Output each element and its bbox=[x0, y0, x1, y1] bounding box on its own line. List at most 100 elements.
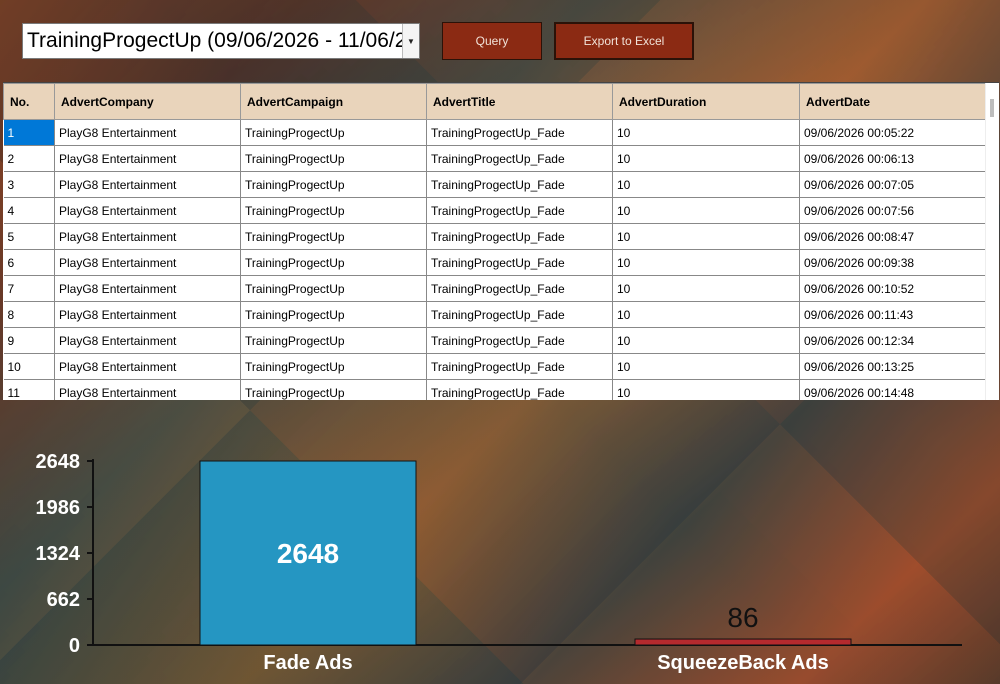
table-cell[interactable]: 10 bbox=[612, 119, 800, 146]
table-cell[interactable]: PlayG8 Entertainment bbox=[54, 249, 241, 276]
bar-data-label: 86 bbox=[727, 602, 758, 633]
table-row[interactable]: 3 PlayG8 Entertainment TrainingProgectUp Tr… bbox=[3, 171, 987, 198]
table-row[interactable]: 6 PlayG8 Entertainment TrainingProgectUp Tr… bbox=[3, 249, 987, 276]
x-category-label: SqueezeBack Ads bbox=[657, 652, 829, 674]
table-cell[interactable]: 8 bbox=[3, 301, 55, 328]
table-cell[interactable]: TrainingProgectUp_Fade bbox=[426, 223, 613, 250]
column-header[interactable]: AdvertTitle bbox=[426, 83, 613, 120]
table-cell[interactable]: TrainingProgectUp bbox=[240, 249, 427, 276]
column-header[interactable]: AdvertDuration bbox=[612, 83, 800, 120]
table-row[interactable]: 5 PlayG8 Entertainment TrainingProgectUp Tr… bbox=[3, 223, 987, 250]
table-cell[interactable]: 10 bbox=[612, 301, 800, 328]
query-button[interactable]: Query bbox=[442, 22, 542, 60]
table-row[interactable]: 4 PlayG8 Entertainment TrainingProgectUp Tr… bbox=[3, 197, 987, 224]
table-cell[interactable]: 10 bbox=[612, 249, 800, 276]
table-cell[interactable]: 1 bbox=[3, 119, 55, 146]
table-cell[interactable]: 10 bbox=[612, 379, 800, 400]
vertical-scrollbar[interactable] bbox=[985, 83, 999, 400]
table-cell[interactable]: TrainingProgectUp_Fade bbox=[426, 197, 613, 224]
table-cell[interactable]: 09/06/2026 00:06:13 bbox=[799, 145, 987, 172]
table-cell[interactable]: 09/06/2026 00:12:34 bbox=[799, 327, 987, 354]
table-cell[interactable]: 3 bbox=[3, 171, 55, 198]
table-row[interactable]: 9 PlayG8 Entertainment TrainingProgectUp Tr… bbox=[3, 327, 987, 354]
table-cell[interactable]: PlayG8 Entertainment bbox=[54, 353, 241, 380]
table-cell[interactable]: 5 bbox=[3, 223, 55, 250]
table-cell[interactable]: 09/06/2026 00:14:48 bbox=[799, 379, 987, 400]
table-cell[interactable]: 10 bbox=[612, 275, 800, 302]
column-header[interactable]: No. bbox=[3, 83, 55, 120]
table-cell[interactable]: 10 bbox=[612, 171, 800, 198]
table-cell[interactable]: 10 bbox=[612, 327, 800, 354]
column-header[interactable]: AdvertCampaign bbox=[240, 83, 427, 120]
scrollbar-thumb[interactable] bbox=[990, 99, 994, 117]
table-cell[interactable]: TrainingProgectUp_Fade bbox=[426, 275, 613, 302]
table-cell[interactable]: TrainingProgectUp bbox=[240, 379, 427, 400]
table-cell[interactable]: PlayG8 Entertainment bbox=[54, 379, 241, 400]
column-header[interactable]: AdvertDate bbox=[799, 83, 987, 120]
table-cell[interactable]: PlayG8 Entertainment bbox=[54, 327, 241, 354]
table-cell[interactable]: 6 bbox=[3, 249, 55, 276]
table-cell[interactable]: 10 bbox=[612, 353, 800, 380]
table-cell[interactable]: PlayG8 Entertainment bbox=[54, 301, 241, 328]
table-cell[interactable]: TrainingProgectUp bbox=[240, 301, 427, 328]
table-row[interactable]: 2 PlayG8 Entertainment TrainingProgectUp Tr… bbox=[3, 145, 987, 172]
table-cell[interactable]: 09/06/2026 00:09:38 bbox=[799, 249, 987, 276]
table-cell[interactable]: 11 bbox=[3, 379, 55, 400]
table-cell[interactable]: TrainingProgectUp_Fade bbox=[426, 171, 613, 198]
chevron-down-icon[interactable]: ▼ bbox=[402, 24, 419, 58]
table-cell[interactable]: 10 bbox=[612, 197, 800, 224]
table-cell[interactable]: TrainingProgectUp bbox=[240, 145, 427, 172]
table-cell[interactable]: 7 bbox=[3, 275, 55, 302]
table-cell[interactable]: PlayG8 Entertainment bbox=[54, 275, 241, 302]
table-row[interactable]: 8 PlayG8 Entertainment TrainingProgectUp Tr… bbox=[3, 301, 987, 328]
table-cell[interactable]: TrainingProgectUp_Fade bbox=[426, 327, 613, 354]
table-cell[interactable]: TrainingProgectUp bbox=[240, 223, 427, 250]
table-cell[interactable]: 09/06/2026 00:05:22 bbox=[799, 119, 987, 146]
y-tick-label: 2648 bbox=[36, 451, 81, 473]
table-cell[interactable]: PlayG8 Entertainment bbox=[54, 171, 241, 198]
x-category-label: Fade Ads bbox=[263, 652, 352, 674]
ads-bar-chart: 0 662 1324 1986 2648 2648 Fade Ads 86 SqueezeBac… bbox=[36, 451, 962, 674]
y-tick-label: 0 bbox=[69, 635, 80, 657]
table-cell[interactable]: 10 bbox=[612, 223, 800, 250]
table-cell[interactable]: TrainingProgectUp_Fade bbox=[426, 249, 613, 276]
table-cell[interactable]: TrainingProgectUp bbox=[240, 275, 427, 302]
table-cell[interactable]: TrainingProgectUp bbox=[240, 171, 427, 198]
table-row[interactable]: 10 PlayG8 Entertainment TrainingProgectUp T… bbox=[3, 353, 987, 380]
table-cell[interactable]: TrainingProgectUp bbox=[240, 197, 427, 224]
table-cell[interactable]: TrainingProgectUp bbox=[240, 119, 427, 146]
table-cell[interactable]: TrainingProgectUp_Fade bbox=[426, 301, 613, 328]
table-cell[interactable]: 10 bbox=[3, 353, 55, 380]
y-tick-label: 1986 bbox=[36, 497, 81, 519]
column-header[interactable]: AdvertCompany bbox=[54, 83, 241, 120]
table-cell[interactable]: 4 bbox=[3, 197, 55, 224]
y-tick-label: 1324 bbox=[36, 543, 81, 565]
table-cell[interactable]: 10 bbox=[612, 145, 800, 172]
table-cell[interactable]: TrainingProgectUp_Fade bbox=[426, 353, 613, 380]
table-cell[interactable]: PlayG8 Entertainment bbox=[54, 145, 241, 172]
table-cell[interactable]: 09/06/2026 00:07:05 bbox=[799, 171, 987, 198]
table-cell[interactable]: 2 bbox=[3, 145, 55, 172]
table-cell[interactable]: TrainingProgectUp_Fade bbox=[426, 119, 613, 146]
table-row[interactable]: 11 PlayG8 Entertainment TrainingProgectUp T… bbox=[3, 379, 987, 400]
table-cell[interactable]: 09/06/2026 00:10:52 bbox=[799, 275, 987, 302]
table-cell[interactable]: TrainingProgectUp bbox=[240, 327, 427, 354]
table-cell[interactable]: 9 bbox=[3, 327, 55, 354]
table-row[interactable]: 1 PlayG8 Entertainment TrainingProgectUp Tr… bbox=[3, 119, 987, 146]
table-cell[interactable]: TrainingProgectUp_Fade bbox=[426, 145, 613, 172]
campaign-select[interactable]: TrainingProgectUp (09/06/2026 - 11/06/20… bbox=[22, 23, 420, 59]
table-cell[interactable]: TrainingProgectUp_Fade bbox=[426, 379, 613, 400]
table-row[interactable]: 7 PlayG8 Entertainment TrainingProgectUp Tr… bbox=[3, 275, 987, 302]
campaign-select-value: TrainingProgectUp (09/06/2026 - 11/06/20… bbox=[27, 29, 402, 52]
bar bbox=[634, 638, 852, 646]
export-excel-button[interactable]: Export to Excel bbox=[554, 22, 694, 60]
table-cell[interactable]: PlayG8 Entertainment bbox=[54, 223, 241, 250]
table-cell[interactable]: PlayG8 Entertainment bbox=[54, 197, 241, 224]
table-cell[interactable]: 09/06/2026 00:13:25 bbox=[799, 353, 987, 380]
results-grid[interactable]: No. AdvertCompany AdvertCampaign AdvertTitl… bbox=[3, 82, 999, 400]
table-cell[interactable]: PlayG8 Entertainment bbox=[54, 119, 241, 146]
table-cell[interactable]: 09/06/2026 00:07:56 bbox=[799, 197, 987, 224]
table-cell[interactable]: TrainingProgectUp bbox=[240, 353, 427, 380]
table-cell[interactable]: 09/06/2026 00:11:43 bbox=[799, 301, 987, 328]
table-cell[interactable]: 09/06/2026 00:08:47 bbox=[799, 223, 987, 250]
